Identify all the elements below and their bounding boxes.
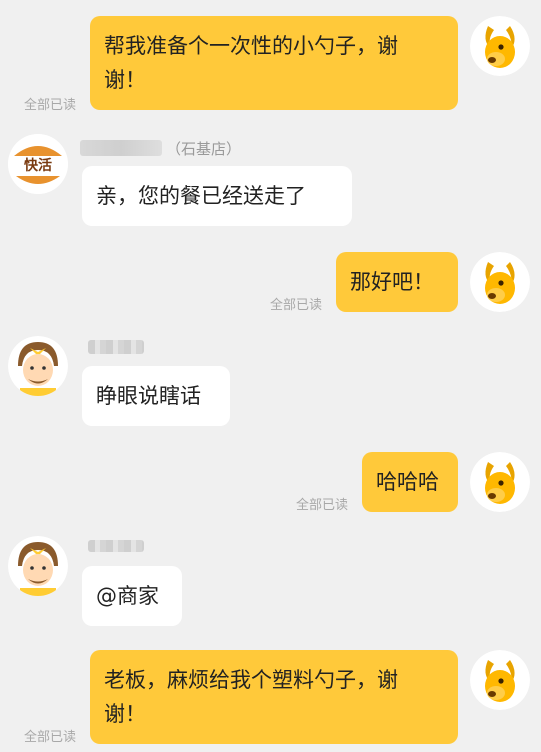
store-name-suffix: （石基店）: [166, 140, 242, 158]
read-status: 全部已读: [270, 298, 323, 313]
my-avatar[interactable]: [470, 252, 530, 312]
store-logo-text: 快活: [24, 157, 52, 174]
message-bubble-incoming[interactable]: @商家: [82, 566, 182, 626]
message-bubble-outgoing[interactable]: 帮我准备个一次性的小勺子，谢 谢！: [90, 16, 458, 110]
message-text: 睁眼说瞎话: [96, 384, 201, 408]
blurred-rider-name: [88, 340, 144, 354]
message-text-line: 谢！: [104, 68, 146, 92]
read-status: 全部已读: [296, 498, 349, 513]
my-avatar[interactable]: [470, 16, 530, 76]
message-text: 那好吧！: [350, 270, 434, 294]
delivery-rider-avatar-icon: [8, 336, 68, 396]
message-bubble-outgoing[interactable]: 老板，麻烦给我个塑料勺子，谢 谢！: [90, 650, 458, 744]
my-avatar[interactable]: [470, 452, 530, 512]
yellow-dog-avatar-icon: [470, 16, 530, 76]
message-text-line: 谢！: [104, 702, 146, 726]
chat-thread: 帮我准备个一次性的小勺子，谢 谢！ 全部已读 快活 （石基店） 亲，您的餐已经送…: [0, 0, 541, 752]
my-avatar[interactable]: [470, 650, 530, 710]
message-bubble-incoming[interactable]: 亲，您的餐已经送走了: [82, 166, 352, 226]
delivery-rider-avatar-icon: [8, 536, 68, 596]
rider-avatar[interactable]: [8, 536, 68, 596]
blurred-rider-name: [88, 540, 144, 552]
message-bubble-outgoing[interactable]: 哈哈哈: [362, 452, 458, 512]
message-text: @商家: [96, 584, 159, 608]
message-bubble-outgoing[interactable]: 那好吧！: [336, 252, 458, 312]
yellow-dog-avatar-icon: [470, 452, 530, 512]
yellow-dog-avatar-icon: [470, 650, 530, 710]
read-status: 全部已读: [24, 98, 77, 113]
yellow-dog-avatar-icon: [470, 252, 530, 312]
message-text-line: 帮我准备个一次性的小勺子，谢: [104, 34, 398, 58]
message-bubble-incoming[interactable]: 睁眼说瞎话: [82, 366, 230, 426]
message-text: 亲，您的餐已经送走了: [96, 184, 306, 208]
rider-avatar[interactable]: [8, 336, 68, 396]
message-text-line: 老板，麻烦给我个塑料勺子，谢: [104, 668, 398, 692]
store-avatar[interactable]: 快活: [8, 134, 68, 194]
read-status: 全部已读: [24, 730, 77, 745]
blurred-store-name: [80, 140, 162, 156]
message-text: 哈哈哈: [376, 470, 439, 494]
burger-logo-icon: 快活: [8, 134, 68, 194]
